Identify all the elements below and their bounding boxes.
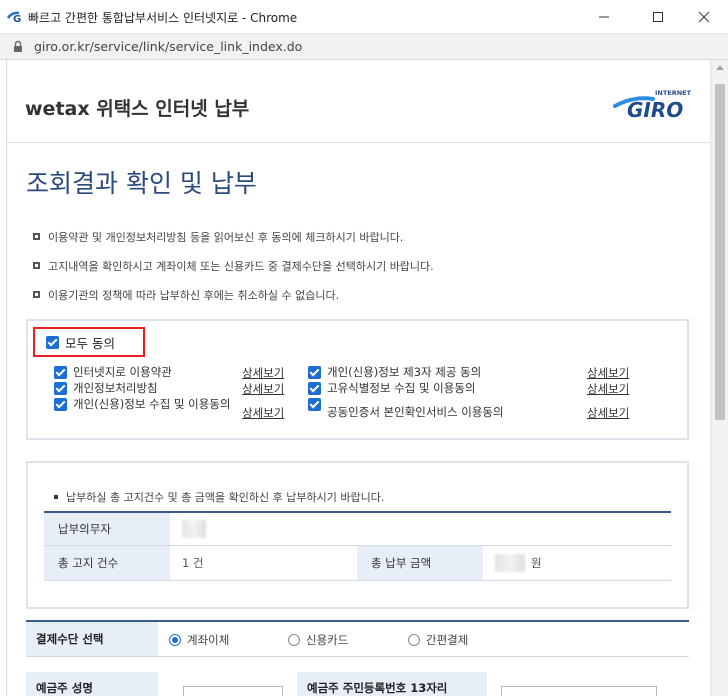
notice-item: 고지내역을 확인하시고 계좌이체 또는 신용카드 중 결제수단을 선택하시기 바… [33, 258, 434, 274]
svg-text:INTERNET: INTERNET [655, 89, 691, 97]
radio-unselected-icon[interactable] [288, 634, 300, 646]
checkbox-checked-icon[interactable] [46, 335, 59, 349]
agree-all-label: 모두 동의 [65, 335, 115, 351]
detail-link-cert-identity[interactable]: 상세보기 [587, 405, 629, 421]
window-titlebar: G 빠르고 간편한 통합납부서비스 인터넷지로 - Chrome [0, 0, 728, 34]
term-privacy-policy[interactable]: 개인정보처리방침 [54, 381, 239, 396]
minimize-button[interactable] [590, 4, 618, 30]
url-text[interactable]: giro.or.kr/service/link/service_link_ind… [34, 39, 302, 54]
radio-easy-pay[interactable]: 간편결제 [408, 632, 468, 648]
checkbox-checked-icon[interactable] [54, 398, 67, 411]
payer-value [170, 513, 671, 546]
checkbox-checked-icon[interactable] [308, 366, 321, 379]
detail-link-third-party[interactable]: 상세보기 [587, 365, 629, 381]
giro-logo-icon: INTERNET GIRO [613, 89, 691, 120]
notice-item: 이용기관의 정책에 따라 납부하신 후에는 취소하실 수 없습니다. [33, 287, 339, 303]
term-internet-giro[interactable]: 인터넷지로 이용약관 [54, 365, 239, 380]
page-title: 조회결과 확인 및 납부 [26, 169, 257, 198]
giro-favicon-icon: G [7, 11, 21, 23]
scrollbar-thumb[interactable] [715, 84, 725, 420]
close-icon [698, 11, 710, 23]
agree-all-checkbox[interactable]: 모두 동의 [33, 327, 145, 357]
masked-value [495, 554, 525, 572]
scroll-up-arrow-icon[interactable] [716, 65, 724, 70]
lock-icon [14, 40, 22, 52]
svg-text:GIRO: GIRO [627, 98, 683, 120]
count-value: 1 건 [170, 546, 357, 581]
minimize-icon [599, 16, 609, 18]
checkbox-checked-icon[interactable] [54, 366, 67, 379]
checkbox-checked-icon[interactable] [308, 382, 321, 395]
bullet-icon [33, 262, 40, 269]
radio-selected-icon[interactable] [169, 634, 181, 646]
count-label: 총 고지 건수 [44, 546, 170, 581]
summary-notice: 납부하실 총 고지건수 및 총 금액을 확인하신 후 납부하시기 바랍니다. [54, 489, 384, 505]
masked-value [182, 520, 206, 538]
account-holder-id-label: 예금주 주민등록번호 13자리 [297, 672, 487, 696]
term-unique-id[interactable]: 고유식별정보 수집 및 이용동의 [308, 381, 578, 396]
detail-link-credit-info-collect[interactable]: 상세보기 [242, 405, 284, 421]
close-button[interactable] [690, 4, 718, 30]
radio-bank-transfer[interactable]: 계좌이체 [169, 632, 229, 648]
checkbox-checked-icon[interactable] [54, 382, 67, 395]
bullet-icon [33, 291, 40, 298]
detail-link-privacy-policy[interactable]: 상세보기 [242, 381, 284, 397]
account-holder-label: 예금주 성명 [26, 672, 158, 696]
term-credit-info-collect[interactable]: 개인(신용)정보 수집 및 이용동의 [54, 397, 232, 412]
vertical-scrollbar[interactable] [710, 60, 728, 696]
term-third-party[interactable]: 개인(신용)정보 제3자 제공 동의 [308, 365, 578, 380]
svg-text:G: G [13, 14, 21, 23]
amount-value: 원 [483, 546, 671, 581]
term-cert-identity[interactable]: 공동인증서 본인확인서비스 이용동의 [308, 397, 578, 420]
payer-label: 납부의무자 [44, 513, 170, 546]
bullet-icon [33, 233, 40, 240]
detail-link-unique-id[interactable]: 상세보기 [587, 381, 629, 397]
address-bar[interactable]: giro.or.kr/service/link/service_link_ind… [0, 34, 728, 60]
bullet-icon [54, 495, 58, 499]
checkbox-checked-icon[interactable] [308, 398, 321, 411]
row-divider [26, 656, 689, 657]
payment-method-label: 결제수단 선택 [26, 622, 158, 656]
radio-credit-card[interactable]: 신용카드 [288, 632, 348, 648]
page-content: wetax 위택스 인터넷 납부 INTERNET GIRO 조회결과 확인 및… [6, 60, 710, 696]
notice-item: 이용약관 및 개인정보처리방침 등을 읽어보신 후 동의에 체크하시기 바랍니다… [33, 229, 403, 245]
maximize-icon [653, 12, 663, 22]
account-holder-input[interactable] [183, 686, 283, 696]
amount-label: 총 납부 금액 [357, 546, 483, 581]
radio-unselected-icon[interactable] [408, 634, 420, 646]
maximize-button[interactable] [644, 4, 672, 30]
account-holder-id-input[interactable] [501, 686, 657, 696]
header-divider [7, 142, 710, 143]
detail-link-internet-giro[interactable]: 상세보기 [242, 365, 284, 381]
brand-title: wetax 위택스 인터넷 납부 [25, 98, 250, 120]
window-title: 빠르고 간편한 통합납부서비스 인터넷지로 - Chrome [28, 11, 298, 25]
